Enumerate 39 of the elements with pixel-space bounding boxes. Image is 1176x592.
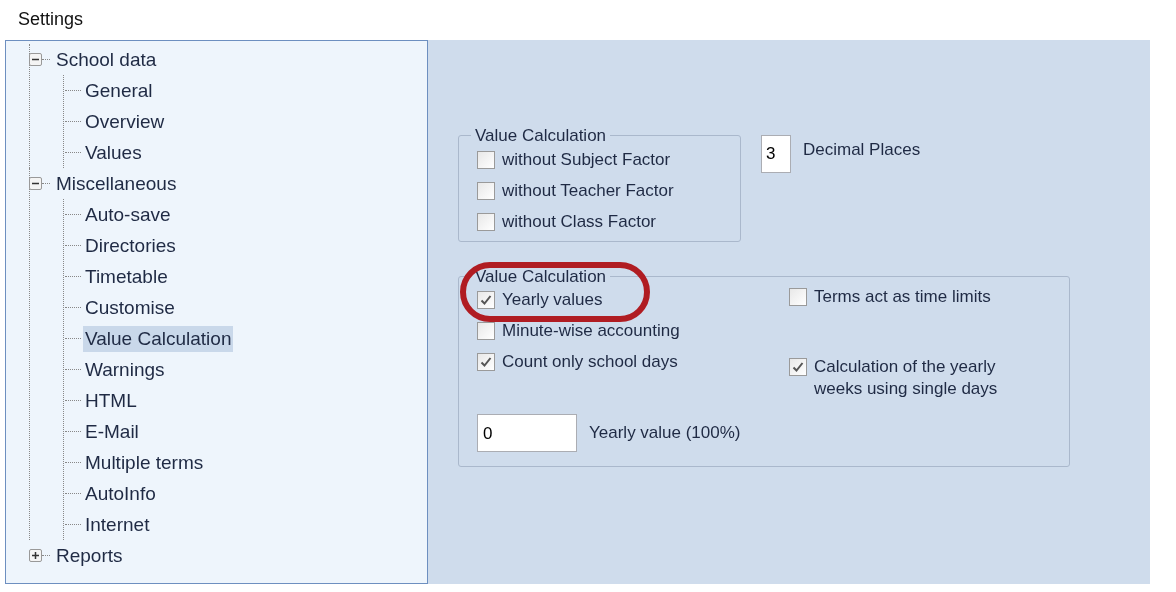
tree-item[interactable]: School data bbox=[54, 46, 159, 73]
tree-item[interactable]: Overview bbox=[83, 108, 167, 135]
check-icon bbox=[480, 294, 492, 306]
group-title: Value Calculation bbox=[474, 265, 608, 288]
field-label: Yearly value (100%) bbox=[589, 422, 741, 445]
tree-item[interactable]: Timetable bbox=[83, 263, 170, 290]
checkbox[interactable]: without Teacher Factor bbox=[477, 179, 722, 202]
checkbox[interactable]: without Subject Factor bbox=[477, 148, 722, 171]
yearly-value-field[interactable]: 0 bbox=[477, 414, 577, 452]
checkbox[interactable]: Minute-wise accounting bbox=[477, 320, 680, 342]
tree-item[interactable]: Value Calculation bbox=[83, 325, 234, 352]
tree-item[interactable]: Miscellaneous bbox=[54, 170, 179, 197]
plus-icon bbox=[31, 551, 40, 560]
tree-item[interactable]: Internet bbox=[83, 511, 152, 538]
tree-item[interactable]: Reports bbox=[54, 542, 125, 569]
collapse-toggle[interactable] bbox=[29, 53, 42, 66]
check-icon bbox=[480, 356, 492, 368]
expand-toggle[interactable] bbox=[29, 549, 42, 562]
tree-item[interactable]: Warnings bbox=[83, 356, 167, 383]
checkbox[interactable]: Terms act as time limits bbox=[789, 286, 1049, 308]
checkbox[interactable]: Calculation of the yearly weeks using single days bbox=[789, 356, 1049, 400]
tree-item[interactable]: Multiple terms bbox=[83, 449, 206, 476]
checkbox[interactable]: without Class Factor bbox=[477, 210, 722, 233]
checkbox[interactable]: Count only school days bbox=[477, 351, 680, 373]
checkbox[interactable]: Yearly values bbox=[477, 289, 680, 311]
group-title: Value Calculation bbox=[474, 125, 608, 147]
tree-item[interactable]: Customise bbox=[83, 294, 177, 321]
tree-item[interactable]: Directories bbox=[83, 232, 178, 259]
tree-item[interactable]: Values bbox=[83, 139, 144, 166]
field-label: Decimal Places bbox=[803, 139, 921, 162]
tree-item[interactable]: E-Mail bbox=[83, 418, 141, 445]
tree-item[interactable]: AutoInfo bbox=[83, 480, 158, 507]
tree-item[interactable]: General bbox=[83, 77, 155, 104]
tree-item[interactable]: Auto-save bbox=[83, 201, 173, 228]
decimal-places-field[interactable]: 3 bbox=[761, 135, 791, 173]
window-title: Settings bbox=[17, 8, 85, 31]
check-icon bbox=[792, 361, 804, 373]
collapse-toggle[interactable] bbox=[29, 177, 42, 190]
tree-item[interactable]: HTML bbox=[83, 387, 139, 414]
